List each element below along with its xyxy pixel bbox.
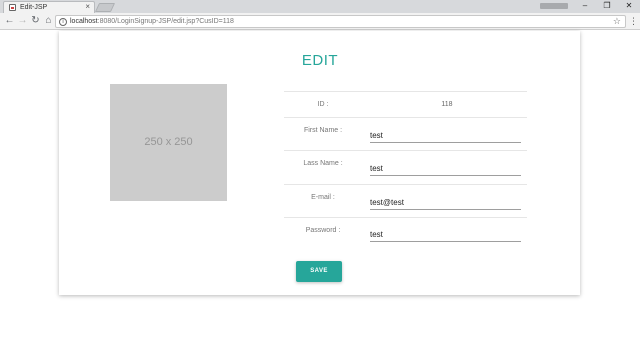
browser-tab[interactable]: Edit-JSP ×	[3, 1, 95, 13]
first-name-field[interactable]	[370, 128, 521, 143]
close-window-button[interactable]: ✕	[618, 0, 640, 11]
form-row-password: Password :	[284, 217, 527, 247]
browser-toolbar: ← → ↻ ⌂ i localhost:8080/LoginSignup-JSP…	[0, 13, 640, 30]
address-bar[interactable]: i localhost:8080/LoginSignup-JSP/edit.js…	[55, 15, 626, 28]
tab-close-icon[interactable]: ×	[85, 2, 90, 12]
page-favicon-icon	[9, 4, 16, 11]
last-name-field[interactable]	[370, 161, 521, 176]
password-field[interactable]	[370, 227, 521, 242]
star-icon[interactable]: ☆	[613, 16, 621, 27]
form-row-email: E-mail :	[284, 184, 527, 217]
form-row-last-name: Lass Name :	[284, 150, 527, 184]
minimize-button[interactable]: –	[574, 0, 596, 11]
form-row-first-name: First Name :	[284, 117, 527, 150]
password-label: Password :	[305, 227, 341, 234]
new-tab-button[interactable]	[94, 3, 116, 12]
id-value: 118	[441, 101, 453, 108]
profile-badge[interactable]	[540, 3, 568, 9]
id-label: ID :	[317, 101, 329, 108]
back-arrow-icon[interactable]: ←	[3, 14, 16, 28]
url-host: localhost	[70, 18, 98, 25]
form-row-id: ID : 118	[284, 91, 527, 117]
image-placeholder: 250 x 250	[110, 84, 227, 201]
last-name-label: Lass Name :	[303, 160, 343, 167]
page-title: EDIT	[301, 52, 339, 69]
tab-strip: Edit-JSP × – ❐ ✕	[0, 0, 640, 13]
home-icon[interactable]: ⌂	[42, 14, 55, 28]
first-name-label: First Name :	[303, 127, 343, 134]
info-icon[interactable]: i	[59, 18, 67, 26]
save-button[interactable]: SAVE	[296, 261, 342, 282]
email-field[interactable]	[370, 195, 521, 210]
forward-arrow-icon[interactable]: →	[16, 14, 29, 28]
email-label: E-mail :	[311, 194, 335, 201]
reload-icon[interactable]: ↻	[29, 14, 42, 28]
tab-title: Edit-JSP	[20, 4, 48, 11]
url-text[interactable]: localhost:8080/LoginSignup-JSP/edit.jsp?…	[70, 17, 234, 27]
maximize-button[interactable]: ❐	[596, 0, 618, 11]
url-path: :8080/LoginSignup-JSP/edit.jsp?CusID=118	[97, 18, 234, 25]
menu-icon[interactable]: ⋮	[629, 16, 638, 26]
